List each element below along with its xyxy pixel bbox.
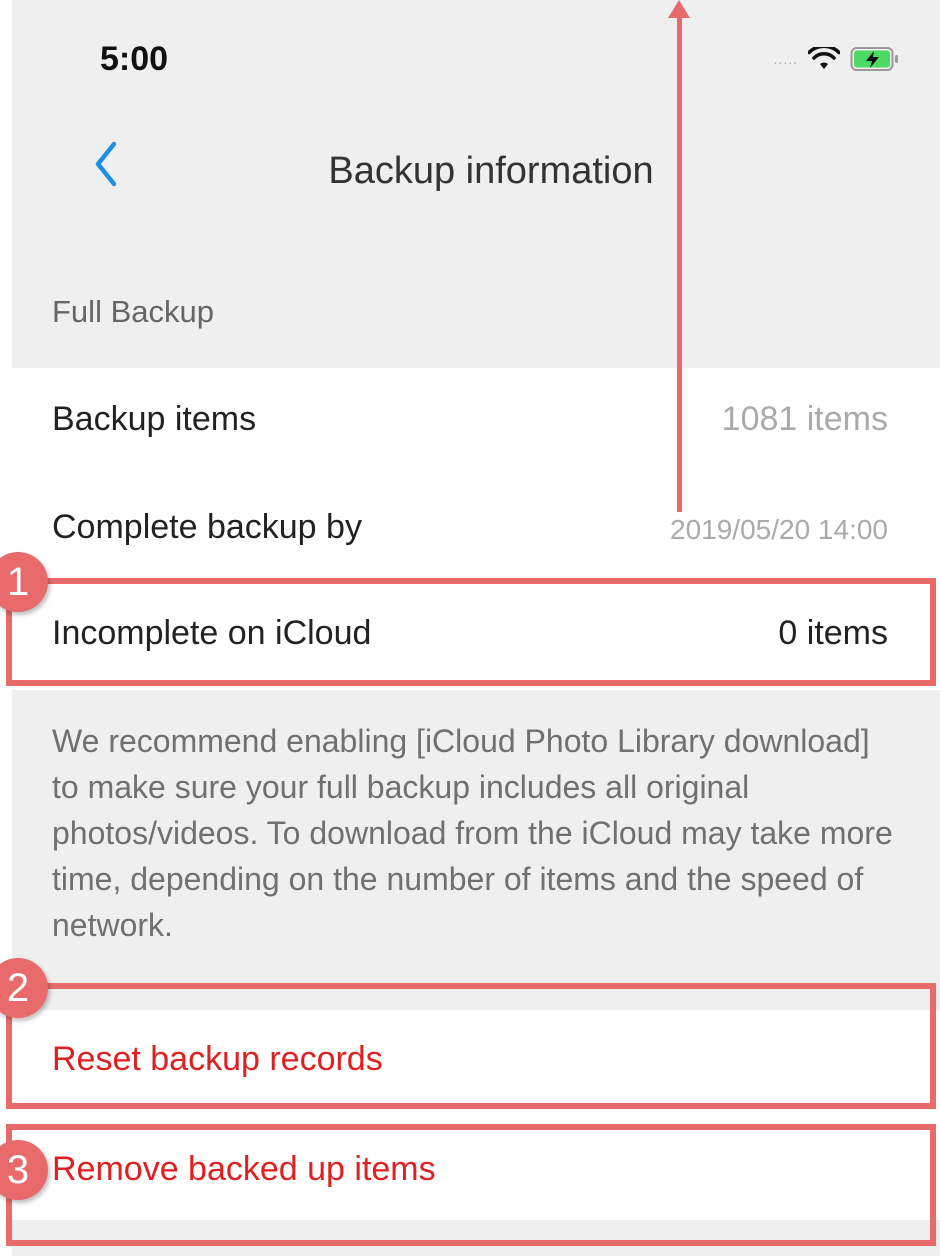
row-backup-items: Backup items 1081 items <box>12 372 940 472</box>
status-icons: ..... <box>774 46 900 72</box>
annotation-arrow-head <box>668 0 690 18</box>
wifi-icon <box>808 47 840 69</box>
row-value: 2019/05/20 14:00 <box>670 514 888 545</box>
annotation-arrow-line <box>677 12 682 512</box>
battery-charging-icon <box>850 47 898 71</box>
page-title: Backup information <box>328 150 654 192</box>
status-bar: 5:00 ..... <box>12 0 940 110</box>
status-time: 5:00 <box>100 40 169 78</box>
navigation-bar: Backup information <box>12 110 940 216</box>
annotation-box-1 <box>6 578 936 686</box>
section-header-full-backup: Full Backup <box>52 294 214 329</box>
annotation-box-2 <box>6 983 936 1109</box>
row-value: 1081 items <box>721 400 888 438</box>
row-label: Complete backup by <box>52 508 362 546</box>
signal-dots-icon: ..... <box>773 51 798 67</box>
annotation-box-3 <box>6 1124 936 1246</box>
icloud-download-note: We recommend enabling [iCloud Photo Libr… <box>52 723 893 943</box>
row-complete-backup-by: Complete backup by 2019/05/20 14:00 <box>12 480 940 580</box>
row-label: Backup items <box>52 400 257 438</box>
backup-information-screen: 5:00 ..... Backup information Full Backu… <box>0 0 940 1256</box>
